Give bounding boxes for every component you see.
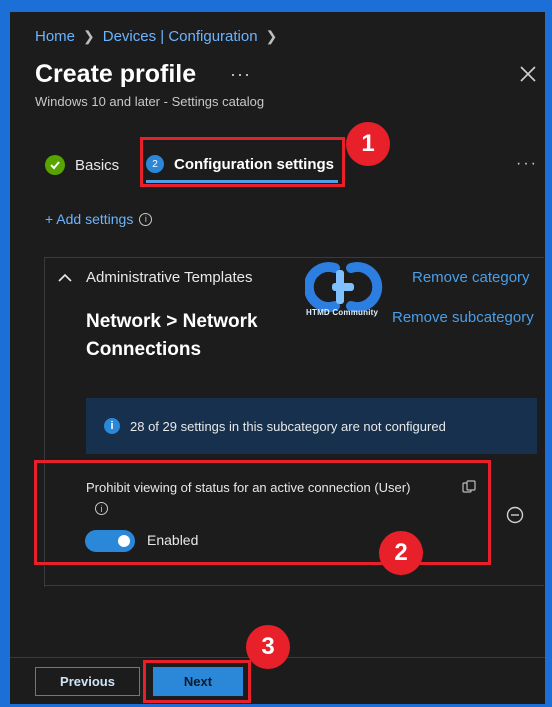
annotation-box-3 bbox=[143, 660, 251, 703]
logo-text: HTMD Community bbox=[306, 308, 379, 317]
annotation-badge-2: 2 bbox=[379, 531, 423, 575]
info-banner-text: 28 of 29 settings in this subcategory ar… bbox=[130, 418, 446, 434]
page-title: Create profile bbox=[35, 60, 197, 88]
remove-category-link[interactable]: Remove category bbox=[412, 269, 530, 286]
close-icon[interactable] bbox=[518, 64, 538, 84]
breadcrumb: Home ❯ Devices | Configuration ❯ bbox=[35, 28, 277, 45]
section-divider bbox=[44, 257, 544, 258]
annotation-box-1 bbox=[140, 137, 345, 187]
page-subtitle: Windows 10 and later - Settings catalog bbox=[35, 94, 265, 109]
add-settings-link[interactable]: + Add settings i bbox=[45, 211, 153, 227]
annotation-badge-3: 3 bbox=[246, 625, 290, 669]
more-options-icon[interactable]: ··· bbox=[230, 64, 251, 85]
breadcrumb-home[interactable]: Home bbox=[35, 28, 75, 45]
subcategory-title: Network > Network Connections bbox=[86, 311, 258, 360]
annotation-badge-1: 1 bbox=[346, 122, 390, 166]
create-profile-panel: Home ❯ Devices | Configuration ❯ Create … bbox=[10, 12, 545, 704]
tab-basics[interactable]: Basics bbox=[45, 155, 119, 175]
chevron-right-icon: ❯ bbox=[265, 28, 278, 44]
add-settings-label: + Add settings bbox=[45, 211, 134, 227]
category-header[interactable]: Administrative Templates bbox=[58, 269, 252, 286]
tab-basics-label: Basics bbox=[75, 156, 120, 174]
settings-info-banner: i 28 of 29 settings in this subcategory … bbox=[86, 398, 537, 454]
chevron-up-icon[interactable] bbox=[58, 273, 72, 283]
more-tabs-icon[interactable]: ··· bbox=[516, 155, 538, 173]
category-name: Administrative Templates bbox=[86, 269, 253, 286]
breadcrumb-devices-configuration[interactable]: Devices | Configuration bbox=[103, 28, 258, 45]
remove-circle-icon[interactable] bbox=[506, 506, 524, 524]
checkmark-icon bbox=[45, 155, 65, 175]
section-divider bbox=[44, 585, 544, 586]
chevron-right-icon: ❯ bbox=[83, 28, 95, 44]
info-icon[interactable]: i bbox=[139, 212, 153, 226]
info-icon: i bbox=[104, 418, 120, 434]
remove-subcategory-link[interactable]: Remove subcategory bbox=[392, 309, 534, 326]
previous-button[interactable]: Previous bbox=[35, 667, 140, 696]
